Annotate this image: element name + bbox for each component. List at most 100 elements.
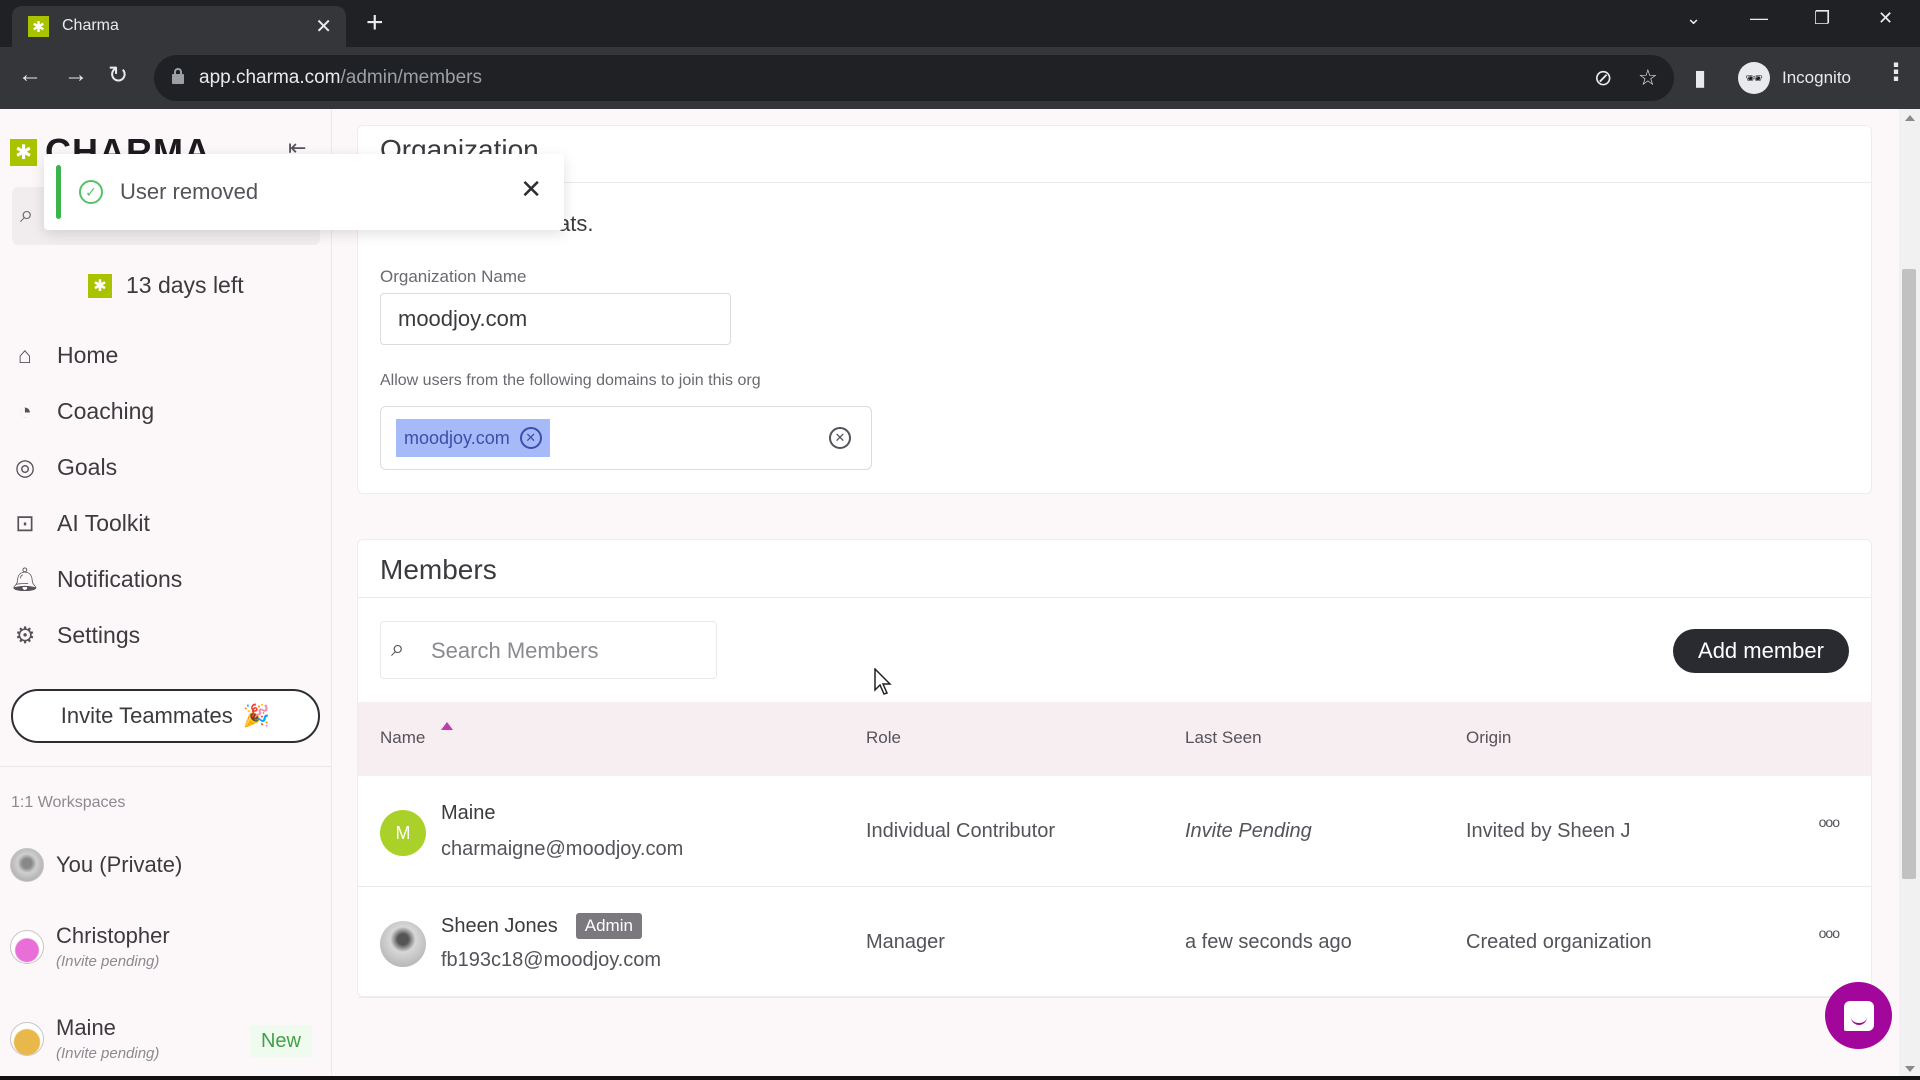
more-options-icon[interactable]: ooo [1819, 814, 1840, 830]
toast-message: User removed [120, 179, 259, 204]
nav-label: Settings [57, 621, 141, 648]
nav-label: Notifications [57, 565, 183, 592]
target-icon: ◎ [14, 453, 36, 480]
avatar [380, 921, 426, 967]
workspace-item-maine[interactable]: Maine (Invite pending) [10, 1015, 159, 1062]
sidebar-item-coaching[interactable]: ◔ Coaching [12, 391, 154, 431]
sidebar-item-ai-toolkit[interactable]: ⊡ AI Toolkit [12, 503, 150, 543]
admin-badge: Admin [575, 913, 642, 939]
add-member-button[interactable]: Add member [1673, 629, 1849, 673]
workspace-status: (Invite pending) [56, 1045, 160, 1062]
member-last-seen: Invite Pending [1185, 820, 1312, 842]
member-origin: Invited by Sheen J [1466, 820, 1631, 842]
incognito-label: Incognito [1782, 68, 1851, 87]
avatar: M [380, 810, 426, 856]
remove-tag-icon[interactable]: ✕ [519, 427, 542, 449]
page-scrollbar[interactable] [1899, 109, 1920, 1080]
avatar [10, 929, 44, 964]
gear-icon: ⚙ [14, 621, 36, 648]
table-row: Sheen Jones Admin fb193c18@moodjoy.com M… [358, 887, 1871, 998]
clear-all-icon[interactable]: ✕ [829, 427, 851, 449]
close-tab-icon[interactable]: ✕ [315, 14, 332, 39]
sidebar-item-settings[interactable]: ⚙ Settings [12, 615, 140, 655]
address-bar-row: ← → ↻ app.charma.com/admin/members ⊘ ☆ ▮… [0, 47, 1920, 109]
scroll-up-icon[interactable] [1905, 115, 1915, 121]
party-popper-icon: 🎉 [242, 703, 271, 728]
browser-menu-icon[interactable]: ⋮ [1884, 58, 1908, 87]
sidebar-item-home[interactable]: ⌂ Home [12, 335, 118, 375]
avatar [10, 1021, 44, 1056]
browser-tabbar: ✱ Charma ✕ + ⌄ — ❐ ✕ [0, 0, 1920, 47]
domain-tag: moodjoy.com ✕ [396, 419, 550, 457]
bell-icon: 🔔︎ [10, 565, 40, 592]
home-heart-icon: ⌂ [18, 341, 32, 368]
workspace-item-christopher[interactable]: Christopher (Invite pending) [10, 923, 170, 970]
column-header-origin[interactable]: Origin [1466, 728, 1511, 748]
toast-notification: ✓ User removed ✕ [44, 154, 564, 230]
bookmark-star-icon[interactable]: ☆ [1638, 65, 1658, 91]
reload-icon[interactable]: ↻ [108, 61, 128, 90]
workspace-item-you[interactable]: You (Private) [10, 848, 182, 882]
new-tab-button[interactable]: + [366, 6, 384, 40]
workspaces-heading: 1:1 Workspaces [11, 794, 126, 811]
url-text[interactable]: app.charma.com/admin/members [199, 67, 482, 89]
back-icon[interactable]: ← [18, 61, 42, 89]
organization-name-label: Organization Name [380, 267, 527, 286]
charma-logo-icon: ✱ [10, 138, 37, 166]
avatar [10, 848, 44, 882]
search-members-input[interactable] [431, 634, 701, 668]
workspace-name: You (Private) [56, 852, 183, 877]
nav-label: Home [57, 341, 119, 368]
minimize-icon[interactable]: — [1750, 8, 1768, 29]
table-row: M Maine charmaigne@moodjoy.com Individua… [358, 776, 1871, 887]
workspace-name: Christopher [56, 923, 170, 948]
workspace-name: Maine [56, 1015, 116, 1040]
organization-name-input[interactable]: moodjoy.com [380, 293, 731, 345]
search-icon: ⌕ [391, 635, 405, 662]
mouse-cursor-icon [874, 668, 892, 695]
charma-favicon-icon: ✱ [28, 16, 49, 37]
scroll-thumb[interactable] [1902, 269, 1916, 879]
browser-tab[interactable]: ✱ Charma ✕ [12, 6, 346, 47]
organization-card: Organization ats. Organization Name mood… [357, 125, 1872, 494]
search-members-field[interactable]: ⌕ [380, 621, 717, 679]
eye-slash-icon[interactable]: ⊘ [1594, 65, 1612, 91]
member-email: fb193c18@moodjoy.com [441, 949, 662, 971]
tab-title: Charma [62, 17, 119, 34]
column-header-role[interactable]: Role [866, 728, 901, 748]
column-header-name[interactable]: Name [380, 728, 425, 748]
trial-days-left: ✱ 13 days left [88, 272, 244, 299]
close-window-icon[interactable]: ✕ [1878, 8, 1893, 29]
tab-search-icon[interactable]: ⌄ [1686, 8, 1701, 29]
members-card: Members ⌕ Add member Name Role Last Seen… [357, 539, 1872, 998]
nav-label: Coaching [57, 397, 155, 424]
close-toast-icon[interactable]: ✕ [520, 174, 542, 205]
forward-icon[interactable]: → [64, 61, 88, 89]
sort-ascending-icon[interactable] [441, 722, 453, 730]
table-header: Name Role Last Seen Origin [358, 702, 1871, 776]
scroll-down-icon[interactable] [1905, 1066, 1915, 1072]
allowed-domains-input[interactable]: moodjoy.com ✕ ✕ [380, 406, 872, 470]
trial-text: 13 days left [126, 272, 244, 298]
chat-launcher-button[interactable] [1825, 982, 1892, 1049]
member-email: charmaigne@moodjoy.com [441, 838, 684, 860]
invite-teammates-button[interactable]: Invite Teammates 🎉 [11, 689, 320, 743]
sidebar-item-notifications[interactable]: 🔔︎ Notifications [10, 559, 183, 599]
column-header-last-seen[interactable]: Last Seen [1185, 728, 1262, 748]
url-bar[interactable]: app.charma.com/admin/members ⊘ ☆ [154, 55, 1674, 101]
sidebar-divider [0, 766, 331, 767]
domain-tag-label: moodjoy.com [404, 427, 510, 448]
charma-star-icon: ✱ [88, 273, 112, 298]
check-circle-icon: ✓ [79, 180, 103, 204]
more-options-icon[interactable]: ooo [1819, 925, 1840, 941]
member-role: Manager [866, 931, 945, 953]
sidebar-item-goals[interactable]: ◎ Goals [12, 447, 117, 487]
search-icon: ⌕ [20, 201, 34, 228]
incognito-profile[interactable]: 🕶 Incognito [1732, 55, 1882, 101]
incognito-icon: 🕶 [1738, 62, 1770, 94]
restore-icon[interactable]: ❐ [1814, 8, 1830, 29]
divider [358, 597, 1871, 598]
side-panel-icon[interactable]: ▮ [1694, 65, 1706, 91]
organization-name-value: moodjoy.com [398, 306, 528, 331]
member-name-text: Maine [441, 802, 496, 824]
